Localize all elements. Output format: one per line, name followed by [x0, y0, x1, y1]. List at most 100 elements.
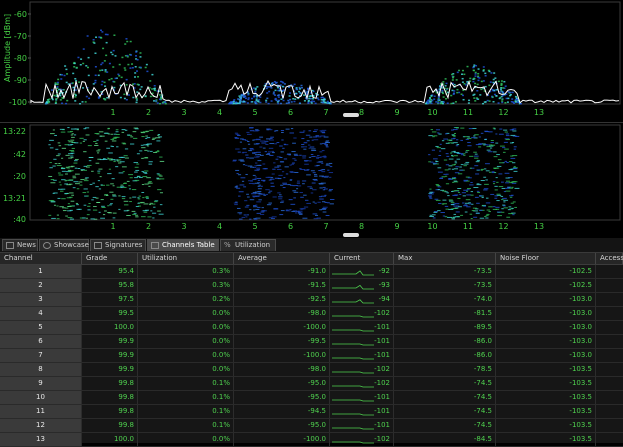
waterfall-sample [77, 168, 81, 170]
table-row[interactable]: 2 95.8 0.3% -91.5 -93 -73.5 -102.5 [0, 279, 623, 293]
waterfall-sample [464, 211, 468, 213]
column-header-grade[interactable]: Grade [82, 253, 138, 264]
column-header-noise-floor[interactable]: Noise Floor [496, 253, 596, 264]
waterfall-sample [57, 142, 61, 144]
table-row[interactable]: 4 99.5 0.0% -98.0 -102 -81.5 -103.0 [0, 307, 623, 321]
tab-signatures[interactable]: Signatures [90, 239, 146, 251]
waterfall-sample [283, 143, 287, 145]
table-row[interactable]: 7 99.9 0.0% -100.0 -101 -86.0 -103.0 [0, 349, 623, 363]
spectrum-sample [100, 37, 103, 39]
waterfall-sample [454, 172, 460, 174]
tab-showcase[interactable]: Showcase [39, 239, 89, 251]
waterfall-sample [298, 213, 303, 215]
waterfall-chart: 13:22:42:2013:21:40 1 2 3 4 5 6 7 8 9 10 11 12 13 [3, 124, 621, 237]
spectrum-sample [491, 88, 494, 91]
spectrum-sample [154, 100, 157, 102]
waterfall-sample [52, 129, 55, 131]
spectrum-sample [106, 97, 109, 99]
waterfall-sample [294, 212, 298, 214]
waterfall-sample [292, 142, 296, 144]
spectrum-sample [493, 89, 496, 92]
table-row[interactable]: 9 99.8 0.1% -95.0 -102 -74.5 -103.5 [0, 377, 623, 391]
waterfall-sample [454, 162, 458, 164]
waterfall-sample [95, 186, 99, 188]
tab-channels-table[interactable]: Channels Table [147, 239, 219, 251]
waterfall-sample [91, 170, 94, 172]
waterfall-sample [482, 143, 486, 145]
spectrum-sample [257, 101, 260, 103]
table-icon [151, 242, 159, 249]
waterfall-sample [234, 204, 238, 206]
table-row[interactable]: 8 99.9 0.0% -98.0 -102 -78.5 -103.5 [0, 363, 623, 377]
tab-utilization[interactable]: % Utilization [220, 239, 276, 251]
spectrum-sample [125, 78, 128, 81]
waterfall-sample [121, 198, 126, 200]
waterfall-sample [146, 197, 149, 199]
waterfall-sample [118, 172, 124, 174]
waterfall-sample [56, 218, 60, 220]
spectrum-sample [290, 101, 293, 103]
spectrum-sample [451, 89, 454, 92]
spectrum-sample [265, 101, 268, 103]
current-sparkline [332, 270, 374, 276]
table-row[interactable]: 1 95.4 0.3% -91.0 -92 -73.5 -102.5 [0, 265, 623, 279]
spectrum-sample [259, 96, 262, 98]
waterfall-sample [70, 165, 75, 167]
waterfall-scroll-handle[interactable] [343, 233, 359, 237]
waterfall-sample [454, 194, 459, 196]
waterfall-x-tick: 9 [394, 222, 399, 231]
waterfall-sample [155, 137, 161, 139]
news-icon [6, 242, 14, 249]
column-header-average[interactable]: Average [234, 253, 330, 264]
cell-channel: 12 [0, 419, 82, 432]
waterfall-sample [278, 174, 283, 176]
waterfall-sample [83, 139, 87, 141]
column-header-max[interactable]: Max [394, 253, 496, 264]
table-row[interactable]: 13 100.0 0.0% -100.0 -102 -84.5 -103.5 [0, 433, 623, 447]
spectrum-sample [238, 95, 241, 97]
waterfall-sample [505, 180, 511, 182]
spectrum-sample [460, 73, 463, 75]
waterfall-sample [512, 168, 518, 170]
waterfall-sample [83, 204, 87, 206]
waterfall-sample [256, 151, 261, 153]
waterfall-sample [312, 172, 316, 174]
spectrum-sample [446, 102, 449, 104]
waterfall-plot-frame [29, 124, 621, 221]
table-row[interactable]: 6 99.9 0.0% -99.5 -101 -86.0 -103.0 [0, 335, 623, 349]
waterfall-sample [49, 162, 52, 164]
spectrum-sample [461, 81, 464, 83]
spectrum-sample [74, 94, 77, 96]
tab-news[interactable]: News [2, 239, 38, 251]
cell-max: -74.5 [394, 405, 496, 418]
waterfall-sample [459, 169, 464, 171]
waterfall-sample [310, 192, 314, 194]
table-row[interactable]: 3 97.5 0.2% -92.5 -94 -74.0 -103.0 [0, 293, 623, 307]
waterfall-sample [252, 206, 258, 208]
spectrum-sample [453, 90, 456, 92]
waterfall-sample [478, 146, 482, 148]
waterfall-sample [496, 181, 499, 183]
spectrum-sample [72, 72, 75, 75]
spectrum-sample [153, 100, 156, 102]
table-row[interactable]: 5 100.0 0.0% -100.0 -101 -89.5 -103.0 [0, 321, 623, 335]
spectrum-sample [478, 77, 481, 79]
table-row[interactable]: 12 99.8 0.1% -95.0 -101 -74.5 -103.5 [0, 419, 623, 433]
waterfall-sample [97, 172, 101, 174]
cell-utilization: 0.0% [138, 363, 234, 376]
waterfall-sample [110, 203, 113, 205]
waterfall-sample [73, 181, 79, 183]
table-row[interactable]: 11 99.8 0.1% -94.5 -101 -74.5 -103.5 [0, 405, 623, 419]
column-header-current[interactable]: Current [330, 253, 394, 264]
spectrum-sample [135, 55, 138, 57]
waterfall-sample [435, 145, 439, 147]
waterfall-sample [312, 189, 317, 191]
column-header-channel[interactable]: Channel [0, 253, 82, 264]
column-header-utilization[interactable]: Utilization [138, 253, 234, 264]
table-row[interactable]: 10 99.8 0.1% -95.0 -101 -74.5 -103.5 [0, 391, 623, 405]
column-header-access[interactable]: Access [596, 253, 623, 264]
waterfall-sample [313, 179, 318, 181]
waterfall-sample [99, 176, 102, 178]
amplitude-scroll-handle[interactable] [343, 113, 359, 117]
spectrum-sample [504, 85, 507, 87]
